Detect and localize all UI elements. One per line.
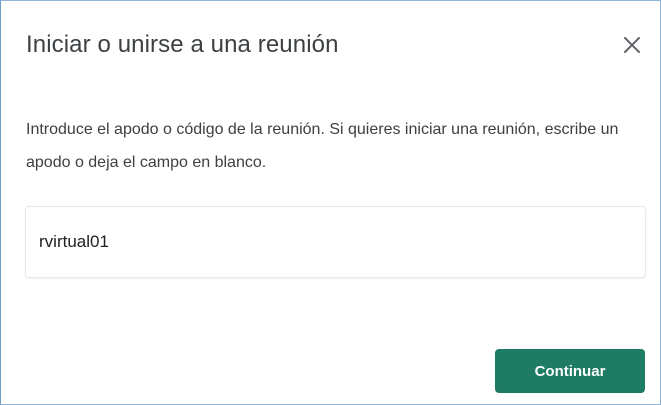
dialog-title: Iniciar o unirse a una reunión xyxy=(26,31,339,58)
dialog-description: Introduce el apodo o código de la reunió… xyxy=(26,121,619,171)
continue-button[interactable]: Continuar xyxy=(495,349,645,393)
join-meeting-dialog: Iniciar o unirse a una reunión Introduce… xyxy=(0,0,661,405)
meeting-code-input[interactable] xyxy=(26,207,645,277)
close-icon[interactable] xyxy=(621,34,643,56)
meeting-code-field[interactable] xyxy=(25,206,646,278)
close-button[interactable] xyxy=(621,34,643,56)
